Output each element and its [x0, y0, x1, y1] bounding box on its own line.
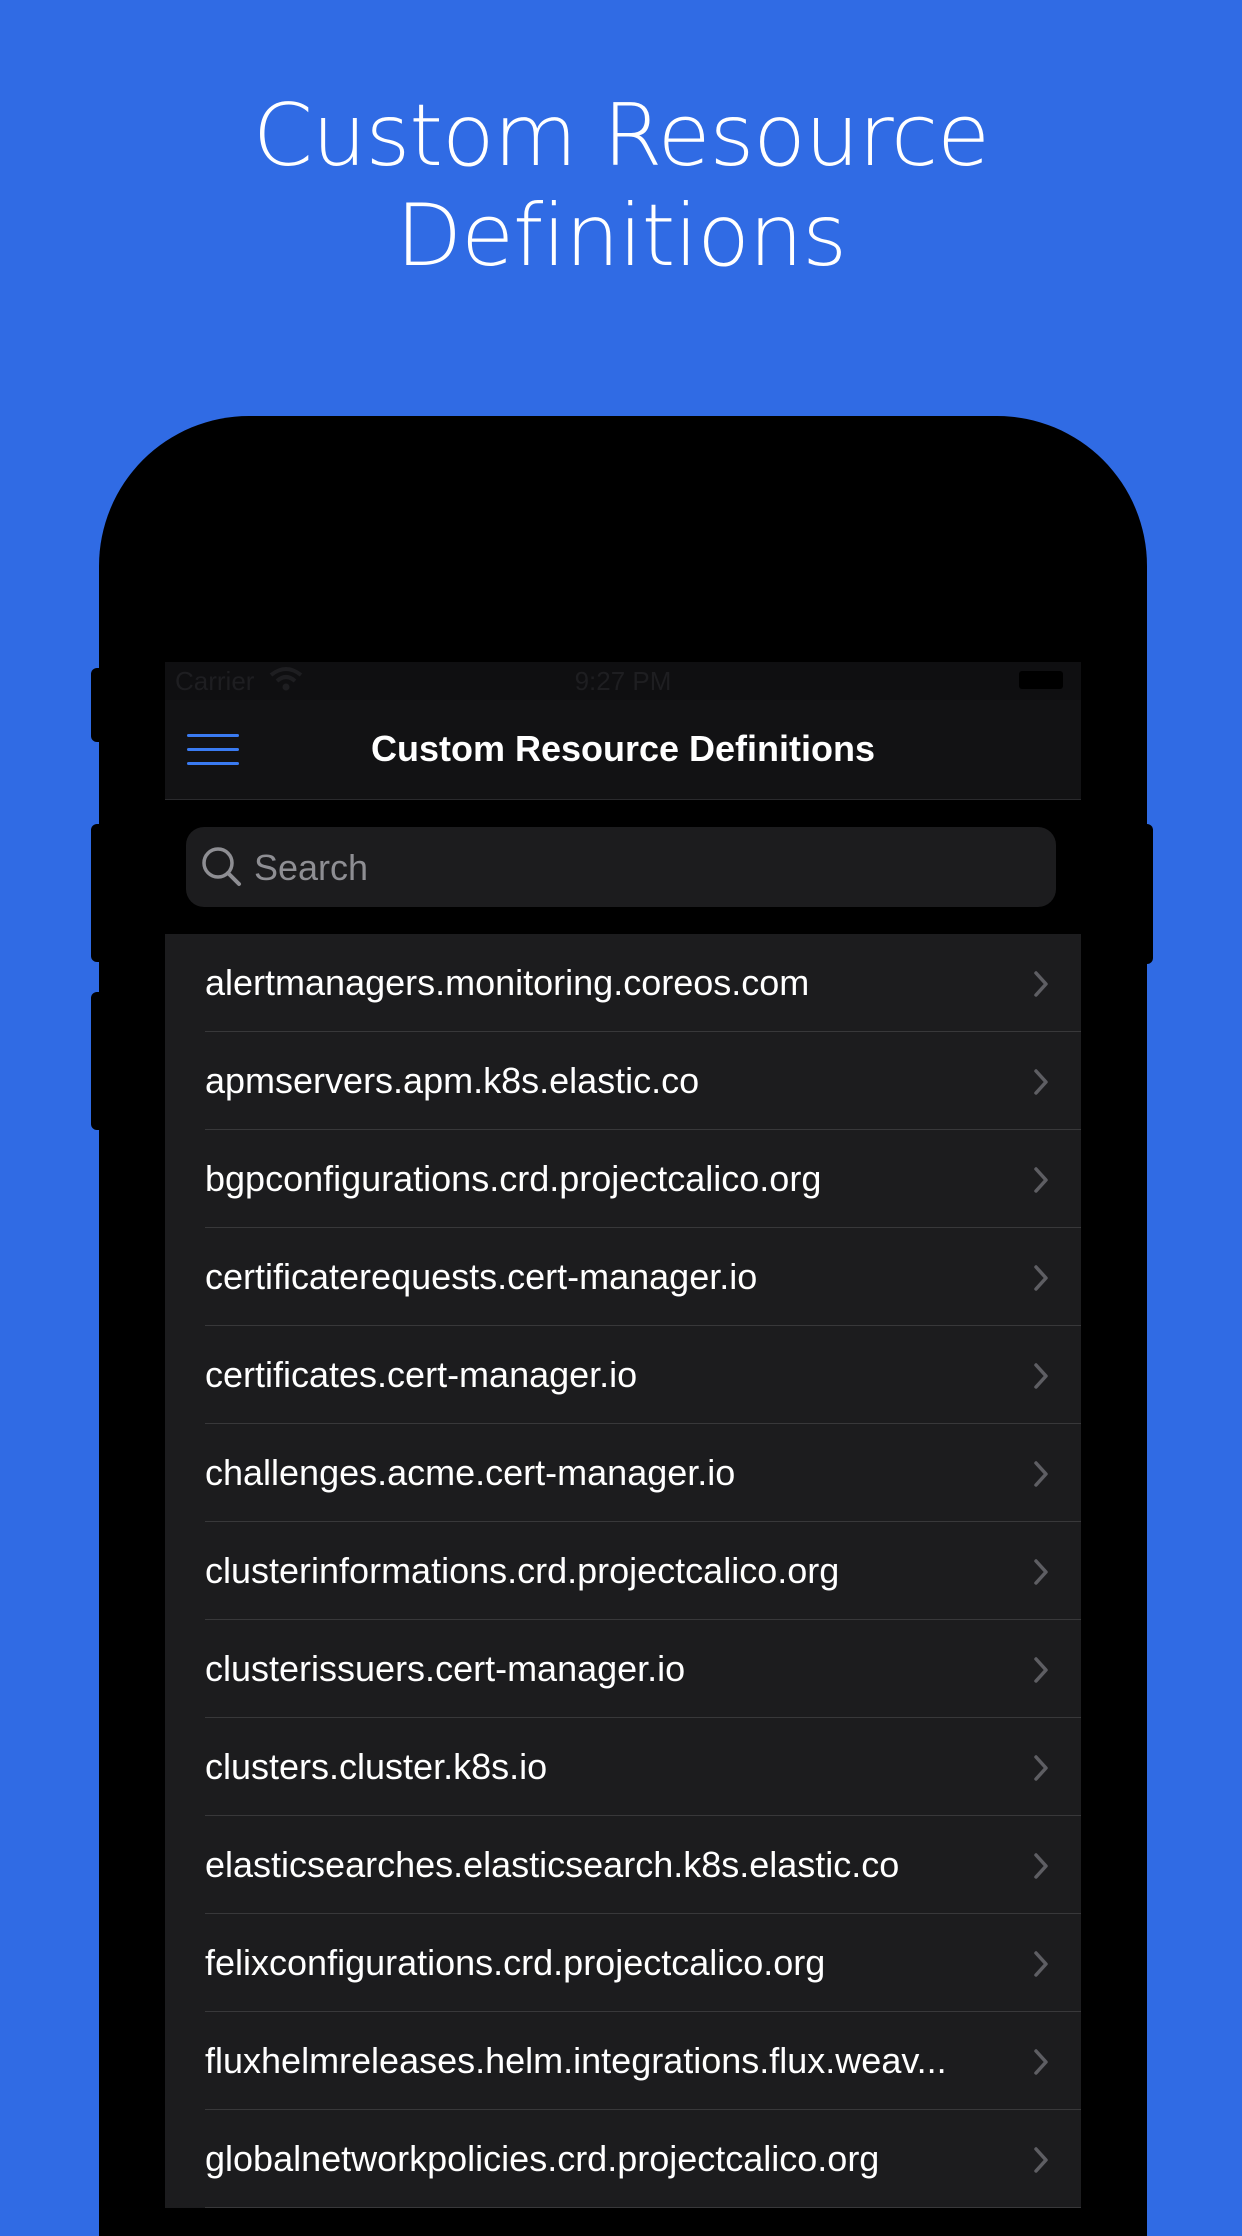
search-field-container[interactable]: [186, 827, 1056, 909]
crd-list: alertmanagers.monitoring.coreos.com apmse…: [165, 934, 1081, 2208]
list-item[interactable]: certificates.cert-manager.io: [165, 1326, 1081, 1424]
phone-screen: Carrier 9:27 PM Custom Resource Definiti…: [165, 662, 1081, 2222]
list-item[interactable]: challenges.acme.cert-manager.io: [165, 1424, 1081, 1522]
list-item-label: bgpconfigurations.crd.projectcalico.org: [205, 1158, 822, 1199]
chevron-right-icon: [1034, 1657, 1048, 1683]
status-bar: Carrier 9:27 PM: [165, 662, 1081, 700]
chevron-right-icon: [1034, 1951, 1048, 1977]
list-item[interactable]: apmservers.apm.k8s.elastic.co: [165, 1032, 1081, 1130]
chevron-right-icon: [1034, 971, 1048, 997]
chevron-right-icon: [1034, 1853, 1048, 1879]
list-item[interactable]: felixconfigurations.crd.projectcalico.or…: [165, 1914, 1081, 2012]
marketing-headline: Custom Resource Definitions: [0, 86, 1242, 286]
list-item[interactable]: globalnetworkpolicies.crd.projectcalico.…: [165, 2110, 1081, 2208]
chevron-right-icon: [1034, 1265, 1048, 1291]
chevron-right-icon: [1034, 1363, 1048, 1389]
list-item-label: elasticsearches.elasticsearch.k8s.elasti…: [205, 1844, 900, 1885]
chevron-right-icon: [1034, 1461, 1048, 1487]
list-item-label: fluxhelmreleases.helm.integrations.flux.…: [205, 2040, 947, 2081]
headline-line-2: Definitions: [395, 186, 847, 286]
search-icon: [202, 847, 241, 886]
chevron-right-icon: [1034, 1755, 1048, 1781]
headline-line-1: Custom Resource: [252, 86, 990, 186]
list-item-label: globalnetworkpolicies.crd.projectcalico.…: [205, 2138, 880, 2179]
list-item-label: felixconfigurations.crd.projectcalico.or…: [205, 1942, 826, 1983]
chevron-right-icon: [1034, 1069, 1048, 1095]
chevron-right-icon: [1034, 2049, 1048, 2075]
list-item-label: apmservers.apm.k8s.elastic.co: [205, 1060, 700, 1101]
list-item[interactable]: alertmanagers.monitoring.coreos.com: [165, 934, 1081, 1032]
page-title: Custom Resource Definitions: [370, 728, 876, 769]
list-item-label: certificates.cert-manager.io: [205, 1354, 638, 1395]
navigation-bar: Custom Resource Definitions: [165, 700, 1081, 800]
chevron-right-icon: [1034, 1559, 1048, 1585]
list-item[interactable]: clusters.cluster.k8s.io: [165, 1718, 1081, 1816]
list-item-label: certificaterequests.cert-manager.io: [205, 1256, 758, 1297]
search-bar: [165, 800, 1081, 909]
chevron-right-icon: [1034, 1167, 1048, 1193]
list-item-label: clusterissuers.cert-manager.io: [205, 1648, 686, 1689]
list-item[interactable]: fluxhelmreleases.helm.integrations.flux.…: [165, 2012, 1081, 2110]
status-time: 9:27 PM: [574, 666, 672, 696]
list-item-label: clusters.cluster.k8s.io: [205, 1746, 548, 1787]
list-item[interactable]: elasticsearches.elasticsearch.k8s.elasti…: [165, 1816, 1081, 1914]
list-item[interactable]: clusterissuers.cert-manager.io: [165, 1620, 1081, 1718]
list-item-label: clusterinformations.crd.projectcalico.or…: [205, 1550, 840, 1591]
list-item[interactable]: bgpconfigurations.crd.projectcalico.org: [165, 1130, 1081, 1228]
battery-icon: [1019, 671, 1063, 689]
search-input[interactable]: [252, 827, 1036, 909]
chevron-right-icon: [1034, 2147, 1048, 2173]
list-item[interactable]: clusterinformations.crd.projectcalico.or…: [165, 1522, 1081, 1620]
list-item[interactable]: certificaterequests.cert-manager.io: [165, 1228, 1081, 1326]
list-item-label: challenges.acme.cert-manager.io: [205, 1452, 736, 1493]
list-item-label: alertmanagers.monitoring.coreos.com: [205, 962, 810, 1003]
